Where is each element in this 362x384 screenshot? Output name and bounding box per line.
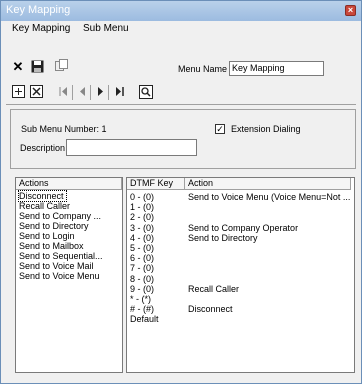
next-icon[interactable]: [92, 85, 108, 101]
action-list-item[interactable]: Send to Login: [19, 231, 75, 241]
toolbar-separator: [108, 85, 109, 100]
dtmf-key-cell[interactable]: 5 - (0): [130, 243, 154, 253]
action-cell[interactable]: Disconnect: [188, 304, 233, 314]
submenu-panel: Sub Menu Number: 1 ✓ Extension Dialing D…: [10, 109, 356, 169]
dtmf-key-cell[interactable]: Default: [130, 314, 159, 324]
close-icon[interactable]: ×: [345, 5, 356, 16]
save-icon[interactable]: [29, 59, 45, 75]
key-mapping-table[interactable]: DTMF Key Action 0 - (0) Send to Voice Men…: [126, 177, 355, 373]
menu-key-mapping[interactable]: Key Mapping: [12, 23, 70, 34]
description-input[interactable]: [66, 139, 197, 156]
prev-icon[interactable]: [74, 85, 90, 101]
action-list-item[interactable]: Send to Company ...: [19, 211, 101, 221]
copy-icon[interactable]: [53, 59, 69, 75]
action-cell[interactable]: Recall Caller: [188, 284, 239, 294]
first-icon[interactable]: [55, 85, 71, 101]
preview-icon[interactable]: [138, 85, 154, 101]
toolbar-separator: [90, 85, 91, 100]
submenu-number-label: Sub Menu Number: 1: [21, 124, 107, 134]
menu-bar: Key Mapping Sub Menu: [1, 21, 361, 37]
actions-list[interactable]: Actions Disconnect Recall Caller Send to C…: [15, 177, 123, 373]
description-label: Description: [20, 143, 66, 153]
remove-node-icon[interactable]: [28, 85, 44, 101]
menu-name-label: Menu Name: [178, 64, 228, 74]
action-list-item[interactable]: Send to Directory: [19, 221, 89, 231]
action-list-item[interactable]: Recall Caller: [19, 201, 70, 211]
action-list-item[interactable]: Send to Sequential...: [19, 251, 103, 261]
dtmf-key-cell[interactable]: 7 - (0): [130, 263, 154, 273]
dtmf-key-cell[interactable]: 4 - (0): [130, 233, 154, 243]
extension-dialing-checkbox[interactable]: ✓: [215, 124, 225, 134]
add-node-icon[interactable]: [10, 85, 26, 101]
dtmf-key-cell[interactable]: 2 - (0): [130, 212, 154, 222]
menu-sub-menu[interactable]: Sub Menu: [83, 23, 129, 34]
divider: [6, 104, 356, 105]
delete-icon[interactable]: ✕: [10, 59, 26, 75]
dtmf-key-cell[interactable]: 3 - (0): [130, 223, 154, 233]
dtmf-key-cell[interactable]: # - (#): [130, 304, 154, 314]
action-list-item[interactable]: Send to Voice Menu: [19, 271, 100, 281]
action-cell[interactable]: Send to Directory: [188, 233, 258, 243]
last-icon[interactable]: [111, 85, 127, 101]
action-list-item[interactable]: Send to Voice Mail: [19, 261, 94, 271]
dtmf-key-cell[interactable]: 8 - (0): [130, 274, 154, 284]
dtmf-key-header[interactable]: DTMF Key: [127, 178, 185, 190]
dtmf-key-cell[interactable]: 0 - (0): [130, 192, 154, 202]
title-bar[interactable]: Key Mapping ×: [1, 1, 361, 21]
window-title: Key Mapping: [6, 4, 71, 16]
action-cell[interactable]: Send to Company Operator: [188, 223, 298, 233]
action-header[interactable]: Action: [185, 178, 351, 190]
toolbar-separator: [72, 85, 73, 100]
menu-name-input[interactable]: Key Mapping: [229, 61, 324, 76]
actions-header[interactable]: Actions: [16, 178, 122, 190]
dtmf-key-cell[interactable]: 6 - (0): [130, 253, 154, 263]
action-list-item[interactable]: Disconnect: [18, 190, 67, 202]
dtmf-key-cell[interactable]: * - (*): [130, 294, 151, 304]
dtmf-key-cell[interactable]: 1 - (0): [130, 202, 154, 212]
dtmf-key-cell[interactable]: 9 - (0): [130, 284, 154, 294]
action-list-item[interactable]: Send to Mailbox: [19, 241, 84, 251]
extension-dialing-label: Extension Dialing: [231, 124, 301, 134]
key-mapping-window: Key Mapping × Key Mapping Sub Menu ✕ Men…: [0, 0, 362, 384]
action-cell[interactable]: Send to Voice Menu (Voice Menu=Not ...: [188, 192, 350, 202]
